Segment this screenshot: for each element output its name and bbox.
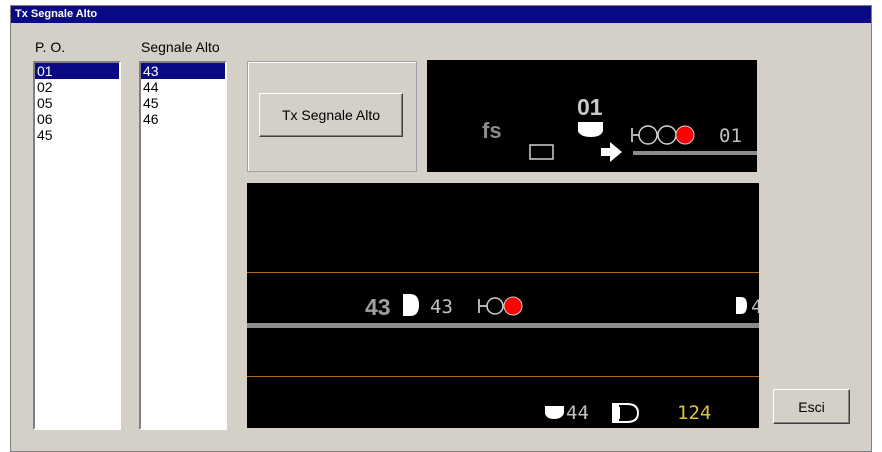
signal-id-label: 01: [719, 125, 742, 147]
tx-segnale-alto-button[interactable]: Tx Segnale Alto: [259, 93, 403, 137]
counter-value: 124: [677, 402, 711, 424]
segnale-alto-listbox[interactable]: 43 44 45 46: [139, 61, 227, 430]
main-window: Tx Segnale Alto P. O. Segnale Alto 01 02…: [10, 5, 872, 452]
signal-status-diagram: fs 01 01: [482, 94, 757, 162]
signal-lamp-off: [486, 297, 504, 315]
signal-lamp-2: [657, 125, 677, 145]
po-listbox[interactable]: 01 02 05 06 45: [33, 61, 121, 430]
signal-44-head-fill: [613, 404, 619, 422]
po-list-item[interactable]: 01: [35, 63, 119, 79]
segnale-list-item[interactable]: 46: [141, 111, 225, 127]
segnale-list-item[interactable]: 43: [141, 63, 225, 79]
track-schematic: 43 43 4 44 124: [247, 272, 759, 424]
signal-44-marker-icon: [545, 406, 564, 419]
signal-lamp-1: [638, 125, 658, 145]
po-list-item[interactable]: 45: [35, 127, 119, 143]
signal-lamp-3: [675, 125, 695, 145]
signal-marker-icon: [578, 122, 603, 137]
po-list-item[interactable]: 02: [35, 79, 119, 95]
station-label: fs: [482, 118, 502, 143]
signal-status-panel: fs 01 01: [427, 60, 757, 172]
window-title: Tx Segnale Alto: [11, 6, 871, 23]
segnale-list-item[interactable]: 45: [141, 95, 225, 111]
signal-number-label: 01: [577, 94, 603, 120]
direction-arrow-icon: [601, 142, 622, 162]
segnale-list-item[interactable]: 44: [141, 79, 225, 95]
signal-43-name-label: 43: [430, 296, 453, 318]
po-list-item[interactable]: 06: [35, 111, 119, 127]
po-label: P. O.: [35, 39, 66, 55]
track-schematic-panel: 43 43 4 44 124: [247, 183, 759, 428]
signal-43-bold-label: 43: [365, 294, 391, 320]
esci-button[interactable]: Esci: [773, 389, 850, 424]
po-list-item[interactable]: 05: [35, 95, 119, 111]
block-indicator-icon: [529, 144, 554, 160]
segnale-alto-label: Segnale Alto: [141, 39, 220, 55]
next-signal-marker-icon: [736, 297, 747, 314]
signal-44-label: 44: [566, 402, 589, 424]
track-line: [633, 151, 757, 155]
signal-43-marker-icon: [403, 294, 419, 316]
signal-lamp-red: [503, 296, 523, 316]
next-signal-label: 4: [751, 296, 759, 318]
main-track: [247, 323, 759, 328]
